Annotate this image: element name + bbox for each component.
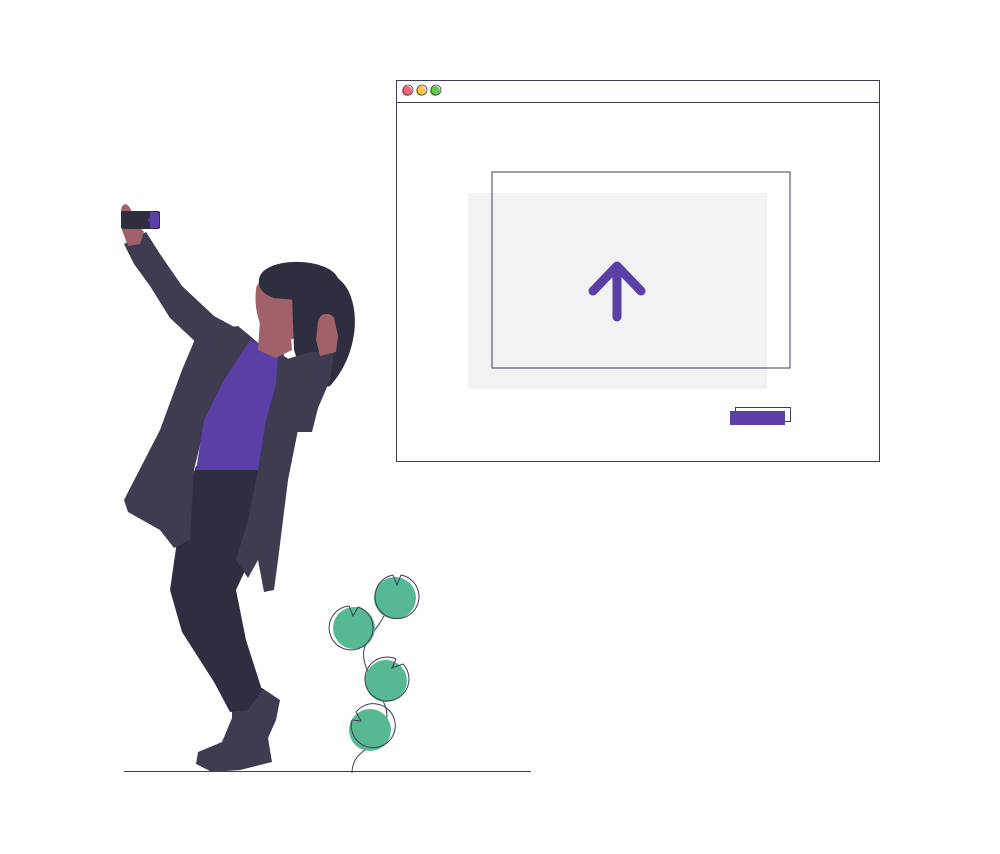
person-figure [121,204,355,772]
raised-arm [124,232,240,350]
hair-top [258,261,340,300]
bent-arm [284,352,334,432]
leaf-middle [364,656,410,702]
leaf-bottom [349,703,396,751]
leaf-left [328,605,375,651]
illustration-canvas [121,80,880,774]
phone-icon [121,211,160,229]
upload-button-fill [730,411,785,425]
window-controls [402,84,442,96]
browser-window [396,80,880,462]
upload-dropzone[interactable] [468,171,791,389]
leaf-top [374,574,420,620]
plant-icon [328,574,420,774]
